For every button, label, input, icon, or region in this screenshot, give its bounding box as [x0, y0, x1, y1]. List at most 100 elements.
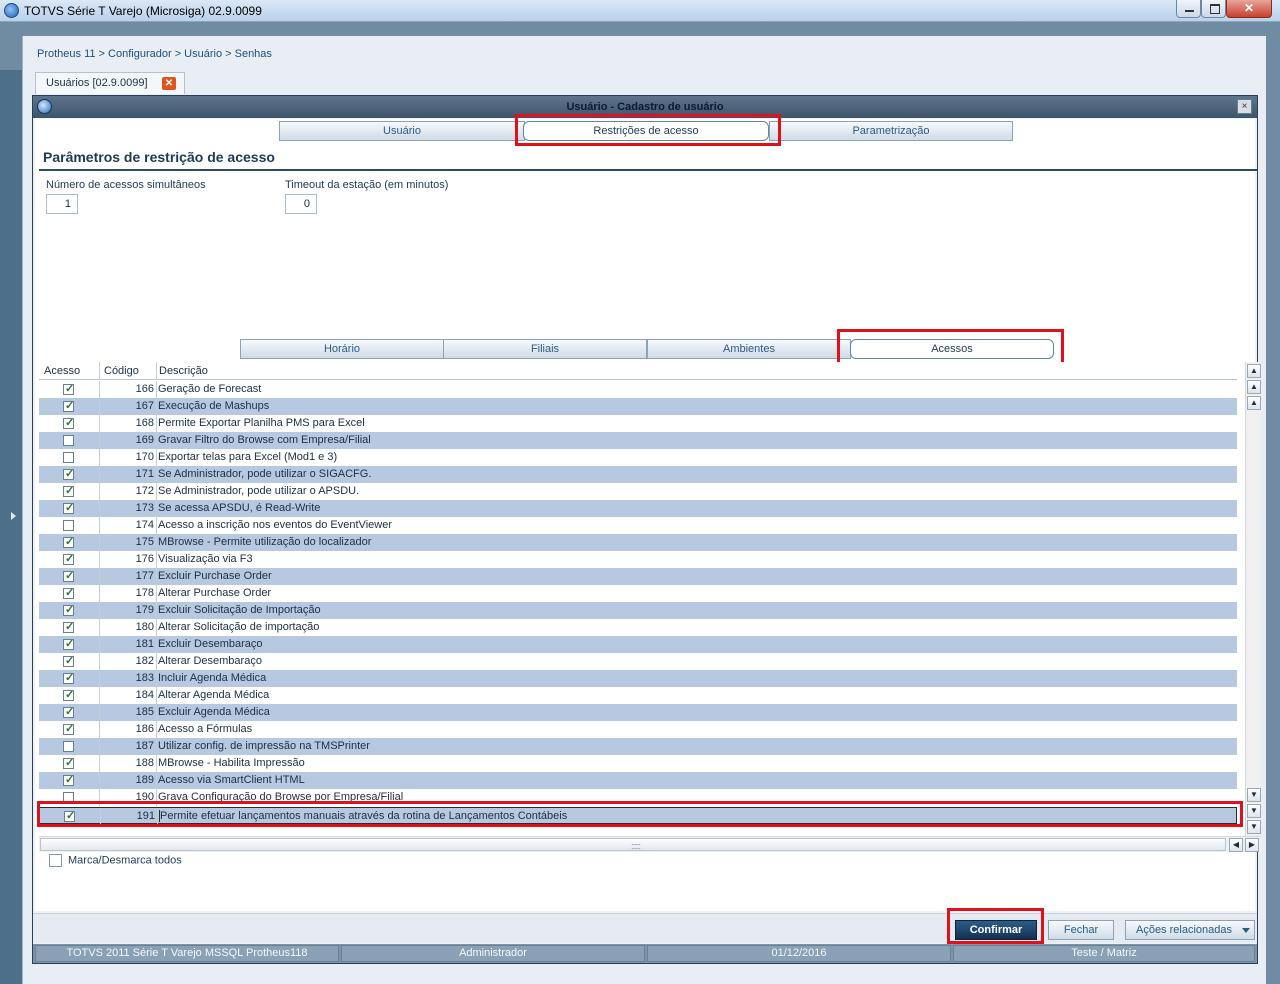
table-row[interactable]: 179 Excluir Solicitação de Importação [39, 602, 1237, 619]
simultaneous-access-input[interactable] [46, 194, 78, 214]
select-all-checkbox[interactable] [49, 854, 62, 867]
table-row[interactable]: 167 Execução de Mashups [39, 398, 1237, 415]
col-acesso[interactable]: Acesso [44, 365, 80, 377]
row-description: Excluir Desembaraço [158, 638, 263, 650]
cell-divider [99, 466, 100, 483]
col-codigo[interactable]: Código [104, 365, 139, 377]
side-panel-toggle[interactable] [0, 70, 22, 984]
table-row[interactable]: 170 Exportar telas para Excel (Mod1 e 3) [39, 449, 1237, 466]
horizontal-scrollbar[interactable]: :::::: ◀ ▶ [39, 836, 1261, 852]
access-checkbox[interactable] [63, 467, 74, 480]
scroll-down-icon[interactable]: ▼ [1247, 788, 1261, 802]
scroll-last-icon[interactable]: ▼ [1247, 820, 1261, 834]
access-checkbox[interactable] [63, 382, 74, 395]
scroll-page-down-icon[interactable]: ▼ [1247, 804, 1261, 818]
app-close-button[interactable]: ✕ [1226, 0, 1272, 18]
tab-usuario[interactable]: Usuário [279, 121, 525, 141]
access-checkbox[interactable] [63, 399, 74, 412]
vertical-scrollbar[interactable]: ▲ ▲ ▲ ▼ ▼ ▼ [1245, 362, 1261, 836]
highlight-confirm [947, 908, 1044, 944]
access-checkbox[interactable] [63, 688, 74, 701]
access-checkbox[interactable] [63, 484, 74, 497]
tab-usuarios[interactable]: Usuários [02.9.0099] ✕ [35, 72, 185, 94]
select-all-toggle[interactable]: Marca/Desmarca todos [49, 854, 182, 867]
table-row[interactable]: 185 Excluir Agenda Médica [39, 704, 1237, 721]
dialog-title: Usuário - Cadastro de usuário [566, 101, 724, 113]
access-checkbox[interactable] [63, 452, 74, 463]
table-row[interactable]: 166 Geração de Forecast [39, 381, 1237, 398]
scroll-left-icon[interactable]: ◀ [1229, 838, 1243, 852]
close-icon: ✕ [1243, 1, 1255, 15]
cell-divider [99, 534, 100, 551]
access-checkbox[interactable] [63, 741, 74, 752]
access-checkbox[interactable] [63, 671, 74, 684]
scroll-first-icon[interactable]: ▲ [1247, 364, 1261, 378]
scroll-up-icon[interactable]: ▲ [1247, 396, 1261, 410]
tab-horario[interactable]: Horário [240, 339, 444, 359]
timeout-input[interactable] [285, 194, 317, 214]
access-checkbox[interactable] [63, 603, 74, 616]
tab-parametrizacao[interactable]: Parametrização [769, 121, 1013, 141]
tab-usuarios-label: Usuários [02.9.0099] [46, 77, 148, 89]
row-code: 186 [135, 723, 154, 735]
access-checkbox[interactable] [63, 586, 74, 599]
cell-divider [99, 755, 100, 772]
access-checkbox[interactable] [63, 520, 74, 531]
horizontal-scroll-thumb[interactable]: :::::: [40, 838, 1226, 851]
related-actions-button[interactable]: Ações relacionadas [1125, 920, 1255, 940]
table-row[interactable]: 169 Gravar Filtro do Browse com Empresa/F… [39, 432, 1237, 449]
grid-header: Acesso Código Descrição [39, 362, 1237, 380]
access-checkbox[interactable] [63, 637, 74, 650]
access-checkbox[interactable] [63, 705, 74, 718]
table-row[interactable]: 168 Permite Exportar Planilha PMS para Ex… [39, 415, 1237, 432]
table-row[interactable]: 180 Alterar Solicitação de importação [39, 619, 1237, 636]
table-row[interactable]: 173 Se acessa APSDU, é Read-Write [39, 500, 1237, 517]
table-row[interactable]: 186 Acesso a Fórmulas [39, 721, 1237, 738]
cell-divider [99, 602, 100, 619]
access-checkbox[interactable] [63, 535, 74, 548]
tab-ambientes[interactable]: Ambientes [647, 339, 851, 359]
close-tab-icon[interactable]: ✕ [162, 77, 176, 90]
table-row[interactable]: 176 Visualização via F3 [39, 551, 1237, 568]
table-row[interactable]: 189 Acesso via SmartClient HTML [39, 772, 1237, 789]
table-row[interactable]: 172 Se Administrador, pode utilizar o APS… [39, 483, 1237, 500]
access-checkbox[interactable] [63, 654, 74, 667]
table-row[interactable]: 171 Se Administrador, pode utilizar o SIG… [39, 466, 1237, 483]
table-row[interactable]: 182 Alterar Desembaraço [39, 653, 1237, 670]
maximize-button[interactable] [1201, 0, 1226, 18]
access-checkbox[interactable] [63, 552, 74, 565]
dialog-close-button[interactable]: × [1237, 99, 1252, 114]
cell-divider [156, 534, 157, 551]
cell-divider [156, 704, 157, 721]
row-description: Gravar Filtro do Browse com Empresa/Fili… [158, 434, 371, 446]
row-code: 178 [135, 587, 154, 599]
close-button[interactable]: Fechar [1048, 920, 1114, 940]
access-checkbox[interactable] [63, 620, 74, 633]
access-checkbox[interactable] [63, 722, 74, 735]
col-descricao[interactable]: Descrição [159, 365, 208, 377]
table-row[interactable]: 184 Alterar Agenda Médica [39, 687, 1237, 704]
table-row[interactable]: 178 Alterar Purchase Order [39, 585, 1237, 602]
minimize-button[interactable] [1176, 0, 1201, 18]
access-checkbox[interactable] [63, 416, 74, 429]
scroll-right-icon[interactable]: ▶ [1245, 838, 1259, 852]
cell-divider [156, 687, 157, 704]
cell-divider [99, 432, 100, 449]
table-row[interactable]: 188 MBrowse - Habilita Impressão [39, 755, 1237, 772]
tab-filiais[interactable]: Filiais [443, 339, 647, 359]
table-row[interactable]: 177 Excluir Purchase Order [39, 568, 1237, 585]
access-checkbox[interactable] [63, 773, 74, 786]
table-row[interactable]: 183 Incluir Agenda Médica [39, 670, 1237, 687]
cell-divider [156, 449, 157, 466]
select-all-label: Marca/Desmarca todos [68, 854, 182, 867]
access-checkbox[interactable] [63, 569, 74, 582]
scroll-page-up-icon[interactable]: ▲ [1247, 380, 1261, 394]
access-checkbox[interactable] [63, 756, 74, 769]
table-row[interactable]: 187 Utilizar config. de impressão na TMSP… [39, 738, 1237, 755]
table-row[interactable]: 181 Excluir Desembaraço [39, 636, 1237, 653]
table-row[interactable]: 174 Acesso a inscrição nos eventos do Eve… [39, 517, 1237, 534]
cell-divider [99, 670, 100, 687]
access-checkbox[interactable] [63, 501, 74, 514]
access-checkbox[interactable] [63, 435, 74, 446]
table-row[interactable]: 175 MBrowse - Permite utilização do local… [39, 534, 1237, 551]
